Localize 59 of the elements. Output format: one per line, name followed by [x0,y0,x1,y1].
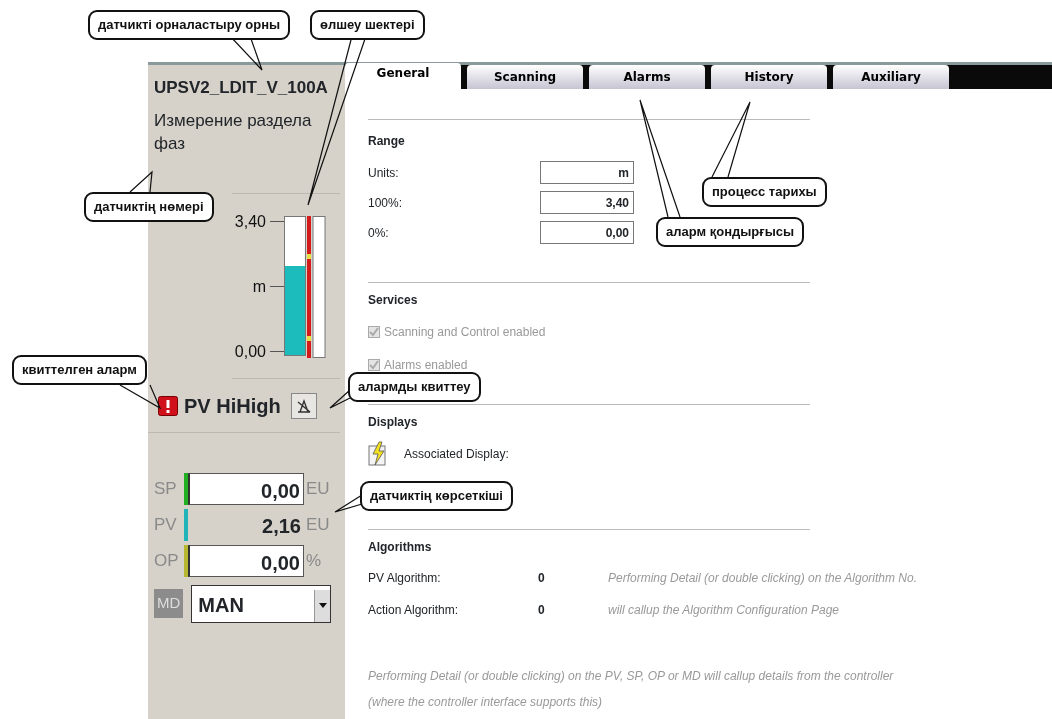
leader-line [334,494,363,513]
tab[interactable]: Scanning [467,65,583,89]
scale-label: 0,00 [234,341,266,362]
mode-dropdown[interactable]: MAN [191,584,332,623]
checkbox-label: Alarms enabled [384,357,468,374]
leader-line [129,170,153,193]
param-label: PV [154,513,178,536]
algorithm-value: 0 [538,570,546,587]
callout: датчиктің нөмері [84,192,214,222]
param-label: OP [154,549,180,572]
unit-label: EU [305,477,331,500]
leader-line [119,384,162,410]
value-readout: 2,16 [261,513,302,539]
callout: алармды квиттеу [348,372,481,402]
range-field[interactable]: 0,00 [540,221,634,244]
callout: процесс тарихы [702,177,827,207]
tag-name: UPSV2_LDIT_V_100A [154,77,329,99]
scale-label: 3,40 [234,211,266,232]
section-heading: Services [368,292,419,309]
section-heading: Range [368,133,406,150]
hint-text: Performing Detail (or double clicking) on the Algorithm No. [608,570,918,587]
field-label: Action Algorithm: [368,602,460,619]
tag-description: Измерение раздела фаз [154,109,313,155]
algorithm-value: 0 [538,602,546,619]
mode-label: MD [154,589,184,618]
acknowledge-button[interactable] [290,392,317,419]
tab[interactable]: General [345,63,461,89]
field-label: 0%: [368,224,390,242]
range-field[interactable]: m [540,161,634,184]
unit-label: EU [305,513,331,536]
lightning-icon[interactable] [368,441,388,467]
tab[interactable]: Alarms [589,65,705,89]
alarm-text: PV HiHigh [184,393,281,419]
field-label: Associated Display: [404,446,509,463]
leader-line [329,389,351,409]
tab[interactable]: History [711,65,827,89]
hint-text: will callup the Algorithm Configuration Page [608,602,839,619]
value-field[interactable]: 0,00 [188,472,304,505]
alarm-icon [158,395,178,416]
section-heading: Algorithms [368,539,433,556]
callout: аларм қондырғысы [656,217,805,247]
callout: квиттелген аларм [12,355,147,385]
scale-label: m [252,276,266,297]
field-label: PV Algorithm: [368,570,442,587]
section-heading: Displays [368,414,419,431]
range-field[interactable]: 3,40 [540,191,634,214]
value-field[interactable]: 0,00 [188,544,304,577]
tab[interactable]: Auxiliary [833,65,949,89]
caret-icon [318,603,327,608]
callout: датчиктің көрсеткіші [360,481,513,511]
unit-label: % [305,549,323,572]
hint-text: Performing Detail (or double clicking) on the PV, SP, OP or MD will callup details from the controller [368,668,895,685]
callout: датчикті орналастыру орны [88,10,291,40]
callout: өлшеу шектері [310,10,425,40]
field-label: 100%: [368,194,404,212]
field-label: Units: [368,164,400,182]
checkbox-label: Scanning and Control enabled [384,324,546,341]
hint-text: (where the controller interface supports this) [368,694,604,711]
param-label: SP [154,477,178,500]
